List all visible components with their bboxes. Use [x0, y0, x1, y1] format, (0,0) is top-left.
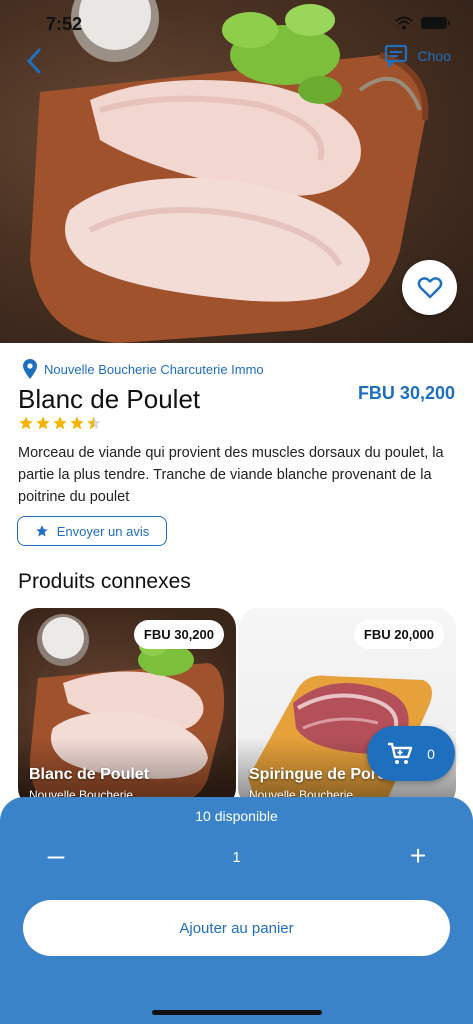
related-card-price: FBU 20,000 — [353, 620, 444, 649]
related-card-name: Blanc de Poulet — [29, 766, 150, 783]
battery-icon — [421, 17, 450, 29]
related-product-card[interactable]: FBU 30,200 Blanc de Poulet Nouvelle Bouc… — [18, 608, 236, 808]
rating-stars — [18, 415, 102, 431]
cart-button[interactable]: 0 — [367, 726, 455, 781]
star-icon — [87, 416, 101, 430]
related-products-title: Produits connexes — [18, 570, 191, 593]
star-icon — [35, 525, 48, 537]
location-pin-icon — [23, 359, 37, 379]
back-button[interactable] — [26, 44, 56, 78]
favorite-button[interactable] — [402, 260, 457, 315]
chat-icon — [384, 44, 407, 68]
product-price: FBU 30,200 — [357, 383, 455, 403]
star-icon — [19, 416, 33, 430]
cart-count: 0 — [427, 745, 435, 762]
star-icon — [53, 416, 67, 430]
star-icon — [70, 416, 84, 430]
chat-label: Choo — [417, 48, 451, 64]
product-title: Blanc de Poulet — [18, 384, 201, 414]
status-time: 7:52 — [46, 14, 83, 34]
wifi-icon — [395, 16, 413, 30]
related-card-price: FBU 30,200 — [133, 620, 224, 649]
shop-link[interactable]: Nouvelle Boucherie Charcuterie Immo — [22, 358, 264, 380]
chat-button[interactable]: Choo — [384, 44, 451, 68]
back-arrow-icon — [27, 48, 41, 74]
add-to-cart-label: Ajouter au panier — [179, 919, 294, 937]
related-card-name: Spiringue de Porc — [249, 766, 386, 783]
shop-name: Nouvelle Boucherie Charcuterie Immo — [44, 361, 264, 377]
home-indicator[interactable] — [152, 1010, 322, 1015]
add-to-cart-sheet: 10 disponible – 1 + Ajouter au panier — [0, 797, 473, 1024]
add-to-cart-button[interactable]: Ajouter au panier — [23, 900, 450, 956]
quantity-increment-button[interactable]: + — [404, 841, 432, 871]
quantity-value: 1 — [232, 849, 241, 866]
star-icon — [36, 416, 50, 430]
status-icons — [395, 16, 450, 30]
availability-text: 10 disponible — [195, 808, 278, 824]
heart-icon — [417, 276, 442, 298]
send-review-button[interactable]: Envoyer un avis — [17, 516, 167, 546]
cart-icon — [388, 742, 413, 764]
product-description: Morceau de viande qui provient des muscl… — [18, 445, 444, 505]
send-review-label: Envoyer un avis — [56, 523, 150, 539]
